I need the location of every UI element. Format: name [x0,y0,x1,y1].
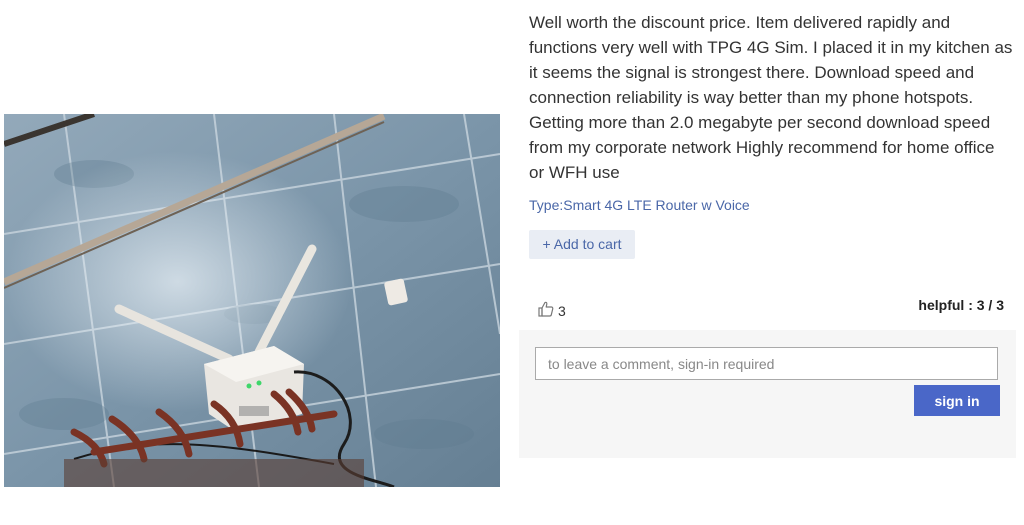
like-button[interactable]: 3 [538,301,566,320]
router-photo-illustration [4,114,500,487]
review-text: Well worth the discount price. Item deli… [529,13,1013,182]
product-variant-link[interactable]: Type:Smart 4G LTE Router w Voice [529,197,750,213]
like-count: 3 [558,302,566,319]
review-page: Well worth the discount price. Item deli… [0,0,1024,525]
comment-panel: sign in [519,330,1016,458]
add-to-cart-button[interactable]: + Add to cart [529,230,635,259]
comment-input[interactable] [535,347,998,380]
thumbs-up-icon [538,301,554,320]
sign-in-button[interactable]: sign in [914,385,1000,416]
review-photo[interactable] [4,114,500,487]
helpful-votes: helpful : 3 / 3 [918,297,1004,313]
